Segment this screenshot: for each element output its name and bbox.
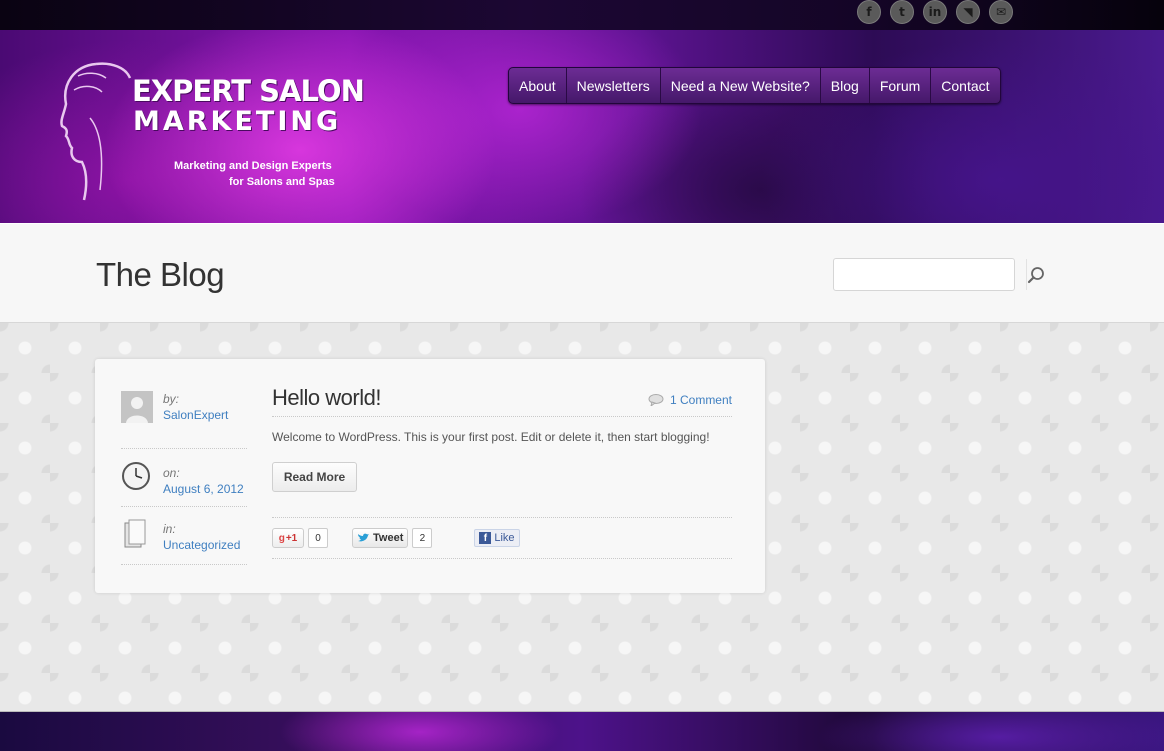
meta-category: in: Uncategorized <box>121 507 247 565</box>
tweet-button[interactable]: Tweet <box>352 528 409 548</box>
twitter-bird-icon <box>358 533 369 542</box>
post-meta: by: SalonExpert on: August 6, 2012 in: U… <box>121 391 247 565</box>
facebook-like-label: Like <box>494 532 515 544</box>
social-icons: f t in ◥ ✉ <box>857 0 1013 24</box>
divider <box>272 517 732 518</box>
facebook-icon: f <box>479 532 492 544</box>
facebook-like-button[interactable]: f Like <box>474 529 520 547</box>
meta-date: on: August 6, 2012 <box>121 449 247 507</box>
logo-tagline-1: Marketing and Design Experts <box>174 160 332 172</box>
date-label: on: <box>163 466 180 480</box>
google-plus-icon: g <box>278 532 285 544</box>
category-link[interactable]: Uncategorized <box>163 538 240 552</box>
nav-item-newsletters[interactable]: Newsletters <box>565 68 660 103</box>
rss-icon[interactable]: ◥ <box>956 0 980 24</box>
author-label: by: <box>163 392 180 406</box>
logo-tagline-2: for Salons and Spas <box>229 176 335 188</box>
read-more-button[interactable]: Read More <box>272 462 357 492</box>
top-bar: f t in ◥ ✉ <box>0 0 1164 30</box>
email-icon[interactable]: ✉ <box>989 0 1013 24</box>
search-box <box>833 258 1044 291</box>
profile-silhouette-icon <box>60 62 132 201</box>
google-plus-label: +1 <box>285 532 298 544</box>
title-band: The Blog <box>0 223 1164 323</box>
tweet-count: 2 <box>412 528 433 548</box>
nav-item-new-website[interactable]: Need a New Website? <box>659 68 820 103</box>
main-nav: About Newsletters Need a New Website? Bl… <box>508 67 1001 104</box>
comments-count: 1 Comment <box>669 393 732 407</box>
avatar <box>121 391 153 423</box>
post-excerpt: Welcome to WordPress. This is your first… <box>272 430 710 444</box>
tweet-label: Tweet <box>373 532 404 544</box>
document-icon <box>124 519 146 548</box>
divider <box>272 416 732 417</box>
nav-item-blog[interactable]: Blog <box>819 68 869 103</box>
search-icon <box>1027 266 1044 283</box>
google-plus-button[interactable]: g +1 <box>272 528 304 548</box>
facebook-icon[interactable]: f <box>857 0 881 24</box>
search-button[interactable] <box>1027 259 1045 290</box>
site-header: EXPERT SALON MARKETING Marketing and Des… <box>0 30 1164 223</box>
author-link[interactable]: SalonExpert <box>163 408 228 422</box>
post-title[interactable]: Hello world! <box>272 385 381 411</box>
content-area: by: SalonExpert on: August 6, 2012 in: U… <box>0 323 1164 711</box>
linkedin-icon[interactable]: in <box>923 0 947 24</box>
category-label: in: <box>163 522 176 536</box>
google-plus-widget: g +1 0 <box>272 528 328 548</box>
nav-item-about[interactable]: About <box>509 68 566 103</box>
site-logo[interactable]: EXPERT SALON MARKETING Marketing and Des… <box>56 58 365 208</box>
twitter-icon[interactable]: t <box>890 0 914 24</box>
comment-bubble-icon <box>648 394 664 406</box>
comments-link[interactable]: 1 Comment <box>648 393 732 407</box>
clock-icon <box>122 462 150 490</box>
date-link[interactable]: August 6, 2012 <box>163 482 244 496</box>
logo-line-2: MARKETING <box>133 106 342 137</box>
nav-item-forum[interactable]: Forum <box>868 68 930 103</box>
post-card: by: SalonExpert on: August 6, 2012 in: U… <box>95 359 765 593</box>
divider <box>272 558 732 559</box>
nav-item-contact[interactable]: Contact <box>930 68 999 103</box>
page-title: The Blog <box>96 256 225 293</box>
google-plus-count: 0 <box>308 528 328 548</box>
tweet-widget: Tweet 2 <box>352 528 433 548</box>
logo-line-1: EXPERT SALON <box>132 74 365 108</box>
meta-author: by: SalonExpert <box>121 391 247 449</box>
site-footer <box>0 711 1164 751</box>
share-bar: g +1 0 Tweet 2 f Like <box>272 528 520 548</box>
search-input[interactable] <box>834 259 1027 290</box>
